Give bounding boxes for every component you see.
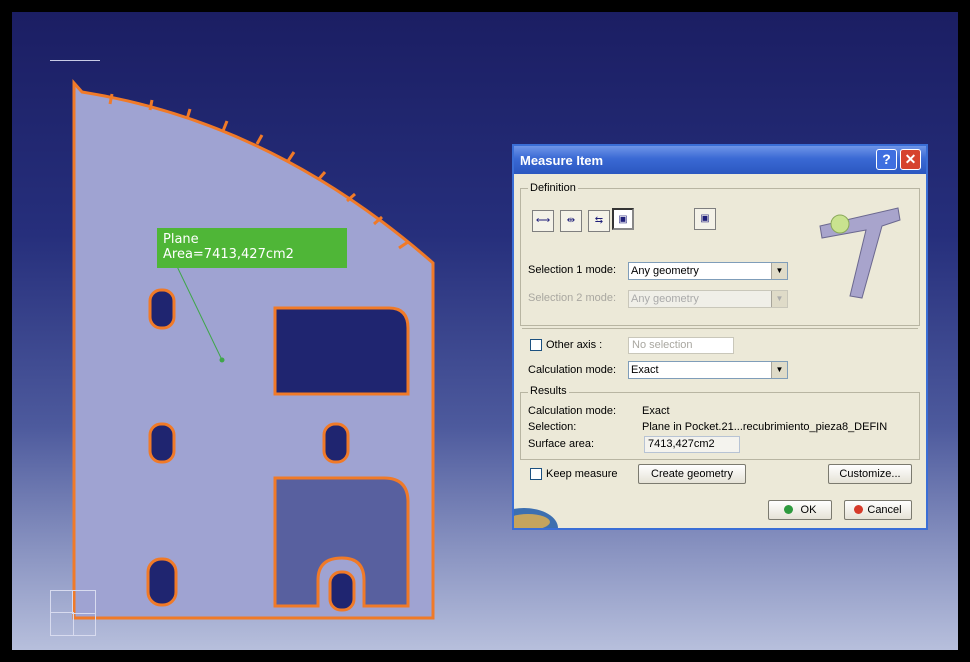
results-label: Results bbox=[528, 385, 569, 397]
customize-button[interactable]: Customize... bbox=[828, 464, 912, 484]
dialog-titlebar[interactable]: Measure Item ? ✕ bbox=[514, 146, 926, 174]
chevron-down-icon: ▼ bbox=[771, 263, 787, 279]
selection1-select[interactable]: Any geometry ▼ bbox=[628, 262, 788, 280]
definition-label: Definition bbox=[528, 182, 578, 194]
caliper-icon bbox=[819, 207, 901, 299]
rect-pocket-upper bbox=[273, 306, 410, 396]
keep-measure-checkbox[interactable] bbox=[530, 468, 542, 480]
calc-mode-value: Exact bbox=[631, 364, 659, 376]
measure-fan-button[interactable]: ⇆ bbox=[588, 210, 610, 232]
screen-frame: Plane Area=7413,427cm2 Measure Item ? ✕ … bbox=[0, 0, 970, 662]
annotation-line1: Plane bbox=[163, 232, 199, 247]
measure-item-dialog[interactable]: Measure Item ? ✕ Definition ⟷ ⇹ ⇆ ▣ ▣ Se… bbox=[512, 144, 928, 530]
result-selection-label: Selection: bbox=[528, 421, 577, 433]
selection1-value: Any geometry bbox=[631, 265, 699, 277]
measure-thickness-button[interactable]: ▣ bbox=[694, 208, 716, 230]
chevron-down-icon: ▼ bbox=[771, 362, 787, 378]
result-calc-mode-value: Exact bbox=[642, 405, 670, 417]
slot-in-pocket bbox=[328, 570, 356, 612]
result-calc-mode-label: Calculation mode: bbox=[528, 405, 617, 417]
selection2-value: Any geometry bbox=[631, 293, 699, 305]
keep-measure-label: Keep measure bbox=[546, 468, 618, 480]
other-axis-label: Other axis : bbox=[546, 339, 603, 351]
selection2-select: Any geometry ▼ bbox=[628, 290, 788, 308]
other-axis-field[interactable]: No selection bbox=[628, 337, 734, 354]
area-annotation[interactable]: Plane Area=7413,427cm2 bbox=[157, 228, 347, 268]
measure-item-button[interactable]: ▣ bbox=[612, 208, 634, 230]
result-selection-value: Plane in Pocket.21...recubrimiento_pieza… bbox=[642, 421, 888, 433]
dialog-title: Measure Item bbox=[520, 153, 604, 168]
cancel-label: Cancel bbox=[867, 504, 902, 516]
calc-mode-label: Calculation mode: bbox=[528, 364, 617, 376]
compass-icon[interactable] bbox=[50, 590, 96, 636]
selection2-label: Selection 2 mode: bbox=[528, 292, 617, 304]
cancel-button[interactable]: Cancel bbox=[844, 500, 912, 520]
cancel-icon bbox=[854, 505, 864, 514]
calc-mode-select[interactable]: Exact ▼ bbox=[628, 361, 788, 379]
close-button[interactable]: ✕ bbox=[900, 149, 921, 170]
chevron-down-icon: ▼ bbox=[771, 291, 787, 307]
globe-icon bbox=[514, 508, 558, 528]
other-axis-checkbox[interactable] bbox=[530, 339, 542, 351]
ok-label: OK bbox=[800, 504, 817, 516]
measure-between-button[interactable]: ⟷ bbox=[532, 210, 554, 232]
annotation-line2: Area=7413,427cm2 bbox=[163, 247, 294, 262]
surface-area-field: 7413,427cm2 bbox=[644, 436, 740, 453]
surface-area-label: Surface area: bbox=[528, 438, 595, 450]
ok-button[interactable]: OK bbox=[768, 500, 832, 520]
help-button[interactable]: ? bbox=[876, 149, 897, 170]
annotation-anchor bbox=[219, 357, 225, 363]
measure-chain-button[interactable]: ⇹ bbox=[560, 210, 582, 232]
ok-icon bbox=[783, 505, 793, 514]
create-geometry-button[interactable]: Create geometry bbox=[638, 464, 746, 484]
divider bbox=[522, 328, 918, 329]
selection1-label: Selection 1 mode: bbox=[528, 264, 617, 276]
